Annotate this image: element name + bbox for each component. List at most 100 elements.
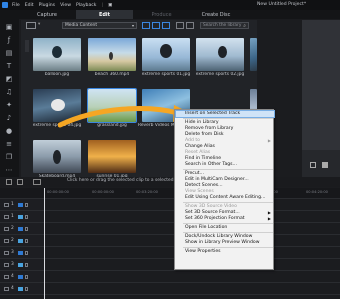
audio-track-icon <box>18 262 23 267</box>
more-rooms-icon[interactable]: ⋯ <box>3 165 15 175</box>
app-logo-icon <box>0 0 10 10</box>
tab-capture[interactable]: Capture <box>18 10 76 19</box>
lock-icon[interactable] <box>25 214 28 219</box>
media-label: extreme sports 02.jpg <box>195 72 245 77</box>
timeline-ruler[interactable]: 00:00:00:00 00:00:00:00 00:03:20:00 00:0… <box>0 188 340 199</box>
import-media-button[interactable] <box>26 22 36 29</box>
timeline-track[interactable]: 3 <box>0 247 340 259</box>
chapter-room-icon[interactable]: ❐ <box>3 152 15 162</box>
lock-icon[interactable] <box>25 226 28 231</box>
video-filter-icon[interactable] <box>142 22 150 29</box>
subtitle-room-icon[interactable]: ≡ <box>3 139 15 149</box>
menu-plugins[interactable]: Plugins <box>39 3 55 8</box>
audio-mixing-icon[interactable]: ♫ <box>3 87 15 97</box>
track-number: 2 <box>11 238 14 243</box>
menu-content-aware-editing[interactable]: Edit Using Content Aware Editing... <box>176 195 274 201</box>
title-room-icon[interactable]: T <box>3 61 15 71</box>
image-filter-icon[interactable] <box>152 22 160 29</box>
lock-icon[interactable] <box>25 274 28 279</box>
ruler-tick: 00:04:20:00 <box>306 190 328 194</box>
menu-insert-on-selected-track[interactable]: Insert on Selected Track <box>175 110 275 118</box>
menu-separator <box>183 223 273 224</box>
audio-track-icon <box>18 238 23 243</box>
track-toggle-icon[interactable] <box>4 238 9 243</box>
menu-set-360-projection-format[interactable]: Set 360 Projection Format ▶ <box>176 216 274 222</box>
timeline-playhead[interactable] <box>44 188 45 299</box>
microphone-icon[interactable]: ● <box>3 126 15 136</box>
media-thumb[interactable] <box>142 38 190 71</box>
timeline-track[interactable]: 2 <box>0 223 340 235</box>
menu-set-3d-source-format-label: Set 3D Source Format... <box>185 210 240 215</box>
audio-filter-icon[interactable] <box>162 22 170 29</box>
media-label: balloon.jpg <box>44 72 70 77</box>
menu-open-file-location[interactable]: Open File Location <box>176 225 274 231</box>
video-track-icon <box>18 250 23 255</box>
track-toggle-icon[interactable] <box>4 274 9 279</box>
lock-icon[interactable] <box>25 202 28 207</box>
timeline-track[interactable]: 4 <box>0 283 340 295</box>
track-toggle-icon[interactable] <box>4 286 9 291</box>
window-icon[interactable]: ▣ <box>108 3 112 8</box>
video-track-icon <box>18 202 23 207</box>
timeline-track[interactable]: 1 <box>0 199 340 211</box>
track-manager-icon[interactable] <box>6 179 12 185</box>
media-room-icon[interactable]: ▣ <box>3 22 15 32</box>
menu-separator <box>183 247 273 248</box>
split-clip-icon[interactable] <box>33 179 41 185</box>
track-toggle-icon[interactable] <box>4 250 9 255</box>
voice-over-icon[interactable]: ♪ <box>3 113 15 123</box>
transition-room-icon[interactable]: ◩ <box>3 74 15 84</box>
menu-separator <box>183 169 273 170</box>
menu-set-360-projection-format-label: Set 360 Projection Format <box>185 216 245 221</box>
track-toggle-icon[interactable] <box>4 226 9 231</box>
fx-room-icon[interactable]: ƒ <box>3 35 15 45</box>
media-thumb[interactable] <box>88 38 136 71</box>
tab-produce[interactable]: Produce <box>133 10 190 19</box>
media-thumb[interactable] <box>196 38 244 71</box>
room-toolbar: ▣ ƒ ▤ T ◩ ♫ ✦ ♪ ● ≡ ❐ ⋯ <box>0 19 19 177</box>
timeline-track[interactable]: 3 <box>0 259 340 271</box>
tab-create-disc[interactable]: Create Disc <box>190 10 242 19</box>
media-thumb[interactable] <box>33 140 81 173</box>
media-thumb[interactable] <box>33 38 81 71</box>
audio-track-icon <box>18 286 23 291</box>
lock-icon[interactable] <box>25 286 28 291</box>
timeline-track[interactable]: 2 <box>0 235 340 247</box>
menu-view[interactable]: View <box>60 3 71 8</box>
play-button[interactable] <box>310 162 316 168</box>
menu-edit[interactable]: Edit <box>25 3 34 8</box>
audio-track-icon <box>18 214 23 219</box>
library-collapse-tab[interactable] <box>25 40 29 52</box>
submenu-arrow-icon: ▶ <box>267 216 271 221</box>
menu-file[interactable]: File <box>12 3 20 8</box>
media-content-select[interactable]: Media Content ▾ <box>62 22 137 29</box>
menu-playback[interactable]: Playback <box>76 3 97 8</box>
sort-icon[interactable] <box>186 22 194 29</box>
library-search-input[interactable]: Search the library ⌕ <box>200 22 249 29</box>
view-mode-icon[interactable] <box>176 22 184 29</box>
track-toggle-icon[interactable] <box>4 202 9 207</box>
lock-icon[interactable] <box>25 262 28 267</box>
stop-button[interactable] <box>322 162 328 168</box>
timeline-view-icon[interactable] <box>17 179 23 185</box>
timeline-track[interactable]: 1 <box>0 211 340 223</box>
track-toggle-icon[interactable] <box>4 262 9 267</box>
track-header: 4 <box>0 283 43 294</box>
timeline-track[interactable]: 4 <box>0 271 340 283</box>
menu-separator <box>183 202 273 203</box>
track-toggle-icon[interactable] <box>4 214 9 219</box>
tab-edit[interactable]: Edit <box>76 10 133 19</box>
timeline-hint: Click here or drag the selected clip to … <box>67 178 187 183</box>
track-number: 2 <box>11 226 14 231</box>
lock-icon[interactable] <box>25 238 28 243</box>
import-dropdown-icon[interactable]: ▾ <box>38 22 40 27</box>
menu-show-in-library-preview[interactable]: Show in Library Preview Window <box>176 240 274 246</box>
menu-search-in-other-tags[interactable]: Search in Other Tags... <box>176 162 274 168</box>
search-placeholder: Search the library <box>203 23 242 28</box>
media-thumb[interactable] <box>250 38 257 71</box>
particle-room-icon[interactable]: ✦ <box>3 100 15 110</box>
menu-view-properties[interactable]: View Properties <box>176 249 274 255</box>
lock-icon[interactable] <box>25 250 28 255</box>
media-thumb[interactable] <box>88 140 136 173</box>
pip-room-icon[interactable]: ▤ <box>3 48 15 58</box>
